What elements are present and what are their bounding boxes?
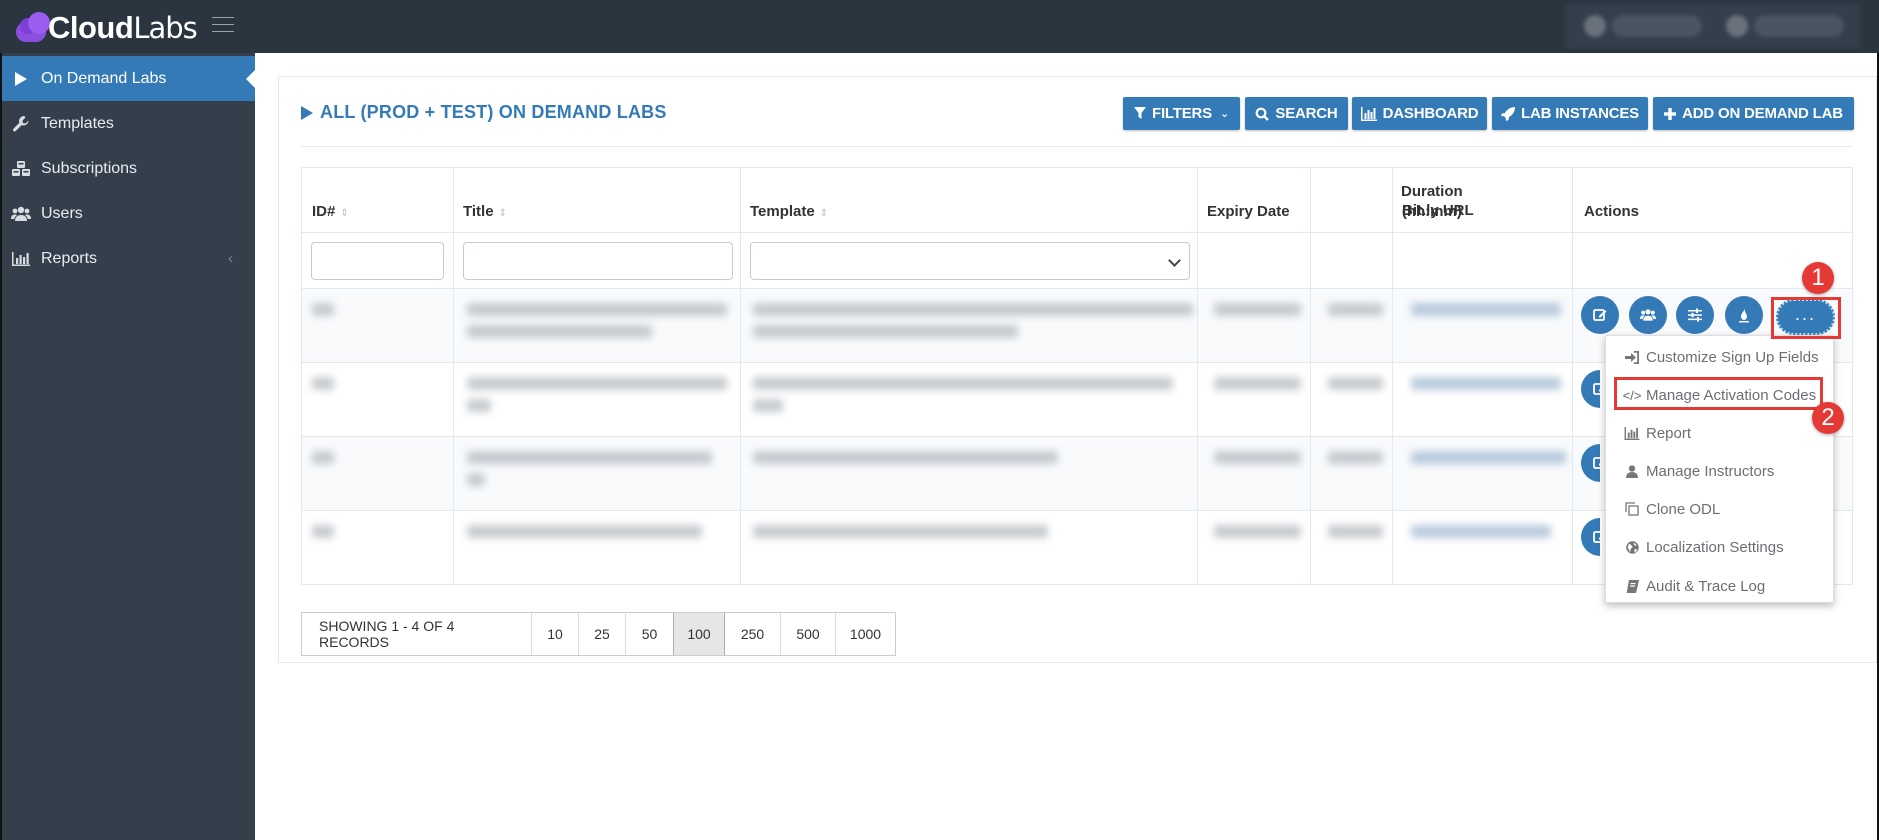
logo-text: CloudLabs [48,9,198,45]
page-title: ALL (PROD + TEST) ON DEMAND LABS [301,102,667,123]
sidebar-item-label: Subscriptions [41,159,138,177]
chevron-left-icon: ‹ [228,250,233,267]
settings-button[interactable] [1676,296,1714,334]
caret-right-icon [301,105,313,120]
globe-icon [1624,540,1640,554]
user-menu-redacted[interactable] [1566,3,1860,49]
bar-chart-icon [1360,106,1377,121]
filter-icon [1133,107,1146,119]
sign-in-icon [1624,350,1640,364]
column-header-template[interactable]: Template ⇕ [750,202,828,222]
column-header-id[interactable]: ID# ⇕ [312,202,349,222]
pagination-bar: SHOWING 1 - 4 OF 4 RECORDS 10 25 50 100 … [301,612,896,656]
edit-icon [1593,309,1607,321]
id-filter-input[interactable] [311,242,444,280]
header-divider [301,146,1853,147]
sort-icon: ⇕ [498,208,507,219]
filters-button[interactable]: FILTERS ⌄ [1123,97,1240,130]
records-info: SHOWING 1 - 4 OF 4 RECORDS [302,613,531,655]
chevron-down-icon: ⌄ [1219,108,1229,120]
edit-button[interactable] [1581,296,1619,334]
menu-item-customize-sign-up-fields[interactable]: Customize Sign Up Fields [1606,338,1833,376]
play-icon [11,71,31,87]
sidebar-item-templates[interactable]: Templates [2,101,255,146]
user-icon [1624,464,1640,478]
cloudlabs-logo[interactable]: CloudLabs [14,6,198,48]
column-header-title[interactable]: Title ⇕ [463,202,507,222]
bar-chart-icon [1624,426,1640,440]
clone-icon [1624,502,1640,516]
top-header: CloudLabs [0,0,1879,53]
sliders-icon [1688,308,1702,322]
hamburger-menu-icon[interactable] [212,17,234,32]
sidebar: On Demand Labs Templates Subscriptions U… [0,53,257,840]
menu-item-clone-odl[interactable]: Clone ODL [1606,490,1833,528]
actions-dropdown-menu: Customize Sign Up Fields </> Manage Acti… [1605,335,1834,603]
menu-item-manage-instructors[interactable]: Manage Instructors [1606,452,1833,490]
sidebar-item-reports[interactable]: Reports ‹ [2,236,255,281]
sidebar-item-subscriptions[interactable]: Subscriptions [2,146,255,191]
fire-icon [1739,307,1749,322]
sidebar-item-label: On Demand Labs [41,69,167,87]
add-on-demand-lab-button[interactable]: ADD ON DEMAND LAB [1653,97,1854,130]
wrench-icon [11,115,31,133]
manage-users-button[interactable] [1629,296,1667,334]
annotation-highlight-manage-activation-codes [1614,377,1823,410]
plus-icon [1664,107,1677,120]
cubes-icon [11,160,31,178]
sidebar-item-users[interactable]: Users [2,191,255,236]
sort-icon: ⇕ [819,208,829,219]
column-header-bitly-url-label: Bit.ly URL [1402,202,1474,219]
page-size-100[interactable]: 100 [673,613,725,655]
cloud-logo-icon [14,10,52,44]
rocket-icon [1501,106,1516,121]
page-size-10[interactable]: 10 [531,613,578,655]
page-size-50[interactable]: 50 [625,613,673,655]
users-icon [1640,309,1656,321]
sort-icon: ⇕ [340,208,349,219]
sidebar-item-on-demand-labs[interactable]: On Demand Labs [2,56,257,101]
column-header-expiry-date: Expiry Date [1207,203,1290,220]
search-button[interactable]: SEARCH [1245,97,1348,130]
menu-item-audit-trace-log[interactable]: Audit & Trace Log [1606,567,1833,605]
dashboard-button[interactable]: DASHBOARD [1352,97,1487,130]
page-size-250[interactable]: 250 [725,613,780,655]
menu-item-localization-settings[interactable]: Localization Settings [1606,528,1833,566]
book-icon [1624,579,1640,593]
search-icon [1256,107,1270,121]
page-size-25[interactable]: 25 [578,613,625,655]
page-size-1000[interactable]: 1000 [835,613,895,655]
page-size-500[interactable]: 500 [780,613,835,655]
annotation-step-1: 1 [1802,262,1834,294]
bar-chart-icon [11,251,31,267]
column-header-actions: Actions [1584,203,1640,220]
annotation-highlight-more-button [1771,297,1841,339]
sidebar-item-label: Users [41,204,83,222]
annotation-step-2: 2 [1812,402,1844,434]
sidebar-item-label: Templates [41,114,114,132]
sidebar-item-label: Reports [41,249,98,267]
title-filter-input[interactable] [463,242,733,280]
fire-button[interactable] [1725,296,1763,334]
lab-instances-button[interactable]: LAB INSTANCES [1492,97,1648,130]
template-filter-select[interactable] [750,242,1190,280]
menu-item-report[interactable]: Report [1606,414,1833,452]
users-icon [11,206,31,222]
